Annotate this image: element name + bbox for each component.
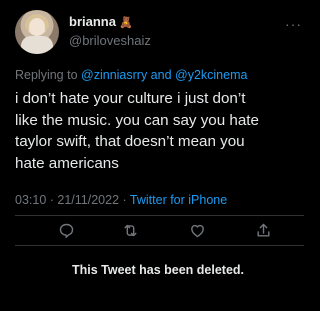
author-handle[interactable]: @briloveshaiz (69, 33, 151, 48)
divider (15, 215, 304, 216)
replying-to-line: Replying to @zinniasrry and @y2kcinema (15, 68, 247, 82)
avatar-body (21, 36, 53, 54)
divider (15, 245, 304, 246)
retweet-icon[interactable] (118, 219, 142, 241)
deleted-notice: This Tweet has been deleted. (71, 263, 245, 277)
author-name[interactable]: brianna 🧸 (69, 14, 133, 29)
tweet-meta: 03:10 · 21/11/2022 · Twitter for iPhone (15, 193, 227, 207)
author-name-text: brianna (69, 14, 116, 29)
tweet-client[interactable]: Twitter for iPhone (130, 193, 227, 207)
teddy-bear-emoji: 🧸 (118, 17, 133, 29)
like-icon[interactable] (185, 219, 209, 241)
more-options-icon[interactable]: ··· (285, 16, 302, 32)
action-bar (0, 219, 316, 243)
reply-icon[interactable] (54, 219, 78, 241)
tweet-text: i don’t hate your culture i just don’t l… (15, 90, 259, 172)
tweet-datetime[interactable]: 03:10 · 21/11/2022 · (15, 193, 127, 207)
replying-to-prefix: Replying to (15, 68, 78, 82)
tweet-header: brianna 🧸 @briloveshaiz ··· (15, 10, 306, 60)
avatar[interactable] (15, 10, 59, 54)
share-icon[interactable] (251, 219, 275, 241)
replying-to-users[interactable]: @zinniasrry and @y2kcinema (81, 68, 247, 82)
avatar-face (29, 18, 45, 36)
